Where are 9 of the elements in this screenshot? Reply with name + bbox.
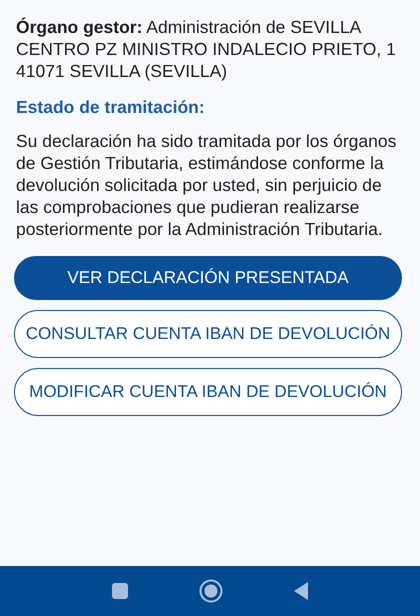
action-button[interactable]: CONSULTAR CUENTA IBAN DE DEVOLUCIÓN (14, 310, 402, 358)
action-button[interactable]: MODIFICAR CUENTA IBAN DE DEVOLUCIÓN (14, 368, 402, 416)
status-text: Su declaración ha sido tramitada por los órganos de Gestión Tributaria, estimándose conforme la devolución solicitada por usted, sin perjuicio de las comprobaciones que pudieran realizarse posteriormente por la Administración Tributaria. (16, 130, 398, 240)
status-heading: Estado de tramitación: (16, 96, 206, 118)
action-button[interactable]: VER DECLARACIÓN PRESENTADA (14, 256, 402, 300)
managing-body-text: Órgano gestor: Administración de SEVILLA CENTRO PZ MINISTRO INDALECIO PRIETO, 1 41071 SEVILLA (SEVILLA) (16, 16, 397, 82)
back-icon[interactable] (293, 581, 309, 601)
recents-icon[interactable] (111, 582, 129, 600)
home-icon[interactable] (199, 579, 223, 603)
